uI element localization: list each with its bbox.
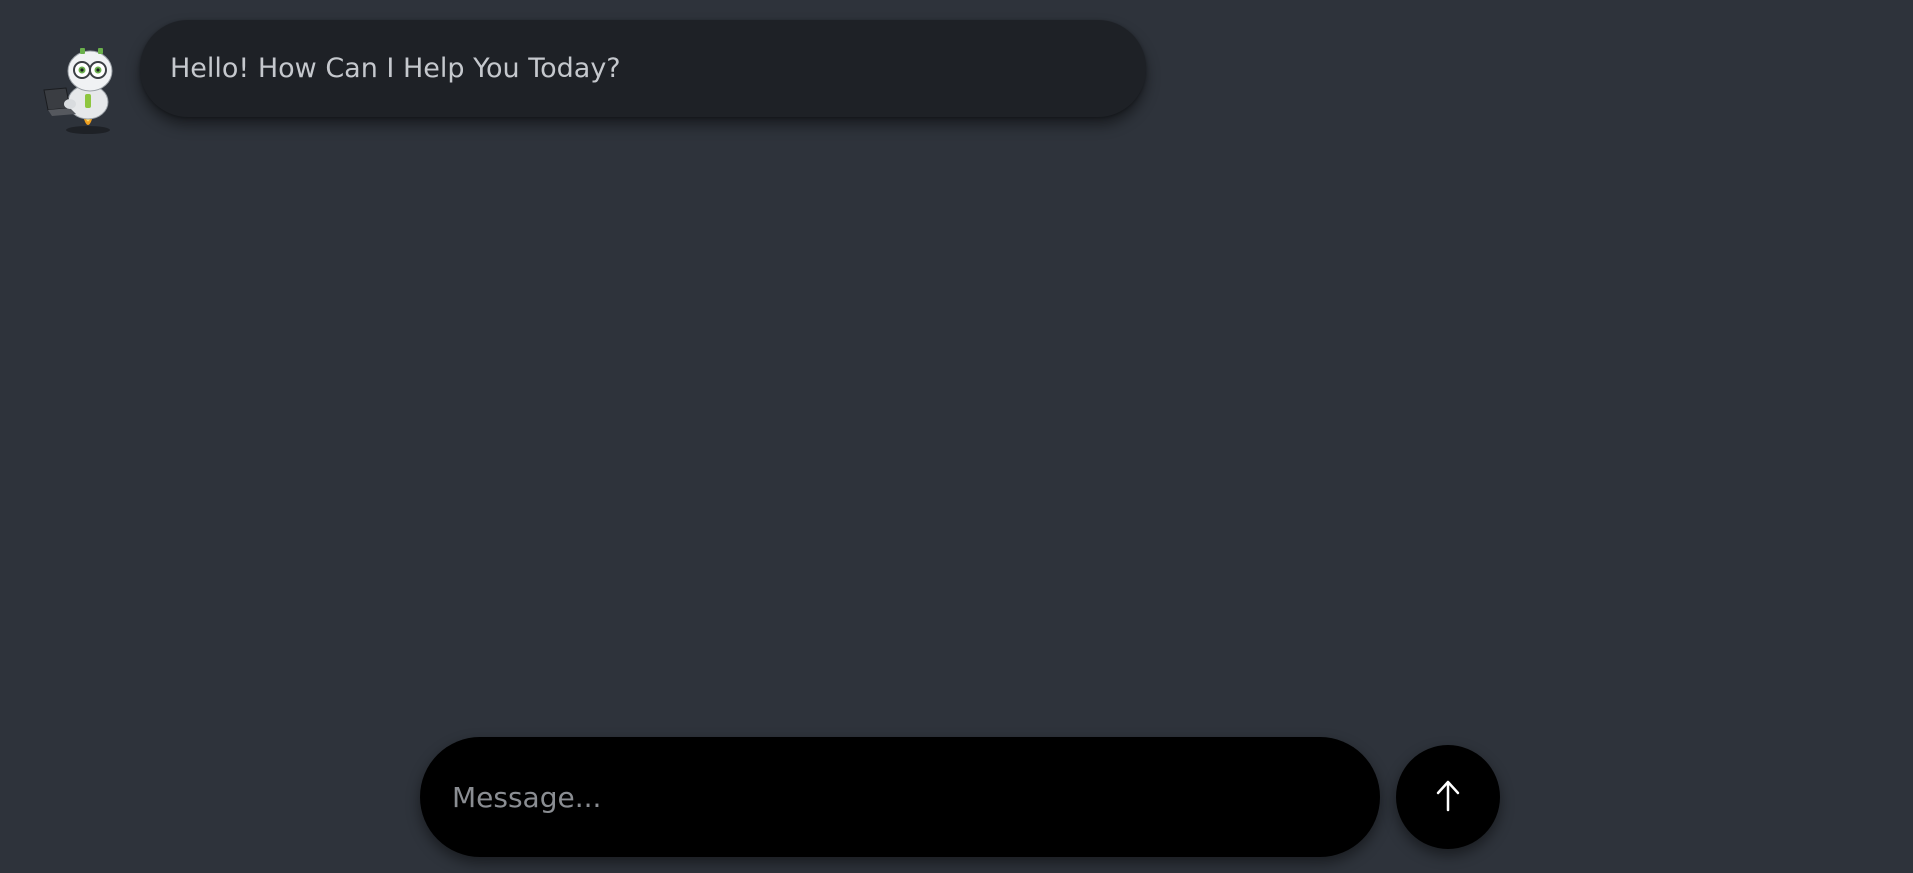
message-text: Hello! How Can I Help You Today? bbox=[170, 53, 621, 84]
message-composer bbox=[420, 737, 1500, 857]
chat-history: Hello! How Can I Help You Today? bbox=[0, 0, 1913, 720]
message-input-container[interactable] bbox=[420, 737, 1380, 857]
message-bubble: Hello! How Can I Help You Today? bbox=[140, 20, 1146, 117]
arrow-up-icon bbox=[1431, 776, 1465, 819]
bot-message: Hello! How Can I Help You Today? bbox=[36, 20, 1146, 138]
message-input[interactable] bbox=[450, 779, 1350, 815]
send-button[interactable] bbox=[1396, 745, 1500, 849]
robot-avatar-icon bbox=[36, 38, 132, 138]
chat-app: Hello! How Can I Help You Today? bbox=[0, 0, 1913, 873]
